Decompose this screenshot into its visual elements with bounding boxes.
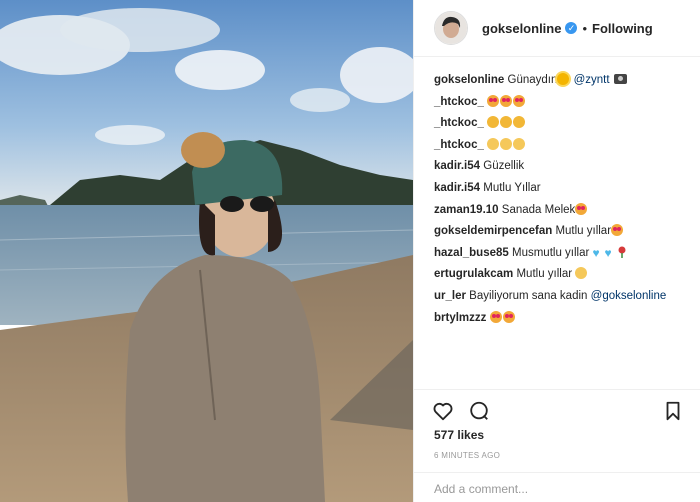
comment-row: kadir.i54 Mutlu Yıllar bbox=[434, 178, 694, 200]
rose-emoji-icon bbox=[618, 246, 626, 258]
blue-heart-emoji-icon: ♥ bbox=[592, 245, 600, 260]
comment-username[interactable]: kadir.i54 bbox=[434, 160, 480, 172]
following-button[interactable]: Following bbox=[592, 21, 653, 36]
comment-text: Mutlu yıllar bbox=[555, 225, 612, 238]
heart-eyes-emoji-icon bbox=[513, 94, 526, 107]
comment-text: Bayiliyorum sana kadin bbox=[469, 289, 588, 302]
post-header: gokselonline ✓ • Following bbox=[414, 0, 700, 57]
smile-emoji-icon bbox=[513, 116, 526, 129]
comment-row: _htckoc_ bbox=[434, 113, 694, 135]
comment-username[interactable]: _htckoc_ bbox=[434, 117, 484, 129]
grin-emoji-icon bbox=[487, 137, 500, 150]
heart-eyes-emoji-icon bbox=[502, 310, 515, 323]
comment-row: hazal_buse85 Musmutlu yıllar ♥ ♥ bbox=[434, 243, 694, 265]
comment-username[interactable]: gokselonline bbox=[434, 74, 504, 86]
sun-emoji-icon bbox=[557, 73, 570, 85]
post-photo bbox=[0, 0, 413, 502]
avatar[interactable] bbox=[434, 11, 468, 45]
comment-text: Mutlu Yıllar bbox=[483, 181, 541, 194]
comment-bubble-icon[interactable] bbox=[468, 400, 490, 422]
photo-scene bbox=[0, 0, 413, 502]
comment-caption: gokselonline Günaydın @zyntt bbox=[434, 70, 694, 92]
comment-row: gokseldemirpencefan Mutlu yıllar bbox=[434, 221, 694, 243]
smile-emoji-icon bbox=[500, 116, 513, 129]
grin-emoji-icon bbox=[513, 137, 526, 150]
comment-text: Musmutlu yıllar bbox=[512, 246, 590, 259]
likes-count[interactable]: 577 likes bbox=[434, 428, 484, 442]
verified-badge-icon: ✓ bbox=[565, 22, 578, 34]
action-bar bbox=[414, 389, 700, 430]
camera-emoji-icon bbox=[613, 74, 627, 84]
comment-username[interactable]: zaman19.10 bbox=[434, 204, 499, 216]
heart-eyes-emoji-icon bbox=[489, 310, 502, 323]
heart-eyes-emoji-icon bbox=[487, 94, 500, 107]
comment-text: Sanada Melek bbox=[501, 203, 576, 216]
comment-username[interactable]: brtylmzzz bbox=[434, 312, 486, 324]
comment-text: Güzellik bbox=[483, 160, 525, 173]
comment-text: Günaydın bbox=[507, 74, 558, 86]
heart-outline-icon[interactable] bbox=[432, 400, 454, 422]
comment-text: Mutlu yıllar bbox=[516, 268, 573, 281]
smile-emoji-icon bbox=[575, 267, 588, 280]
post-sidebar: gokselonline ✓ • Following gokselonline … bbox=[413, 0, 700, 502]
comments-list: gokselonline Günaydın @zyntt _htckoc_ _h… bbox=[434, 70, 694, 329]
comment-mention[interactable]: @zyntt bbox=[574, 74, 610, 86]
bookmark-icon[interactable] bbox=[662, 400, 684, 422]
smile-emoji-icon bbox=[487, 116, 500, 129]
comment-row: brtylmzzz bbox=[434, 308, 694, 330]
post-timestamp: 6 MINUTES AGO bbox=[434, 451, 501, 460]
comment-username[interactable]: _htckoc_ bbox=[434, 139, 484, 151]
comment-input[interactable] bbox=[434, 482, 674, 496]
comment-username[interactable]: _htckoc_ bbox=[434, 96, 484, 108]
comment-username[interactable]: gokseldemirpencefan bbox=[434, 225, 552, 237]
comment-username[interactable]: ur_ler bbox=[434, 290, 466, 302]
header-separator: • bbox=[582, 20, 588, 36]
comment-row: zaman19.10 Sanada Melek bbox=[434, 200, 694, 222]
heart-eyes-emoji-icon bbox=[575, 202, 588, 215]
blue-heart-emoji-icon: ♥ bbox=[604, 245, 612, 260]
heart-eyes-emoji-icon bbox=[611, 224, 624, 237]
post-username[interactable]: gokselonline bbox=[482, 21, 561, 36]
comment-username[interactable]: kadir.i54 bbox=[434, 182, 480, 194]
comment-username[interactable]: hazal_buse85 bbox=[434, 247, 509, 259]
comment-mention[interactable]: @gokselonline bbox=[591, 290, 667, 302]
grin-emoji-icon bbox=[500, 137, 513, 150]
action-icons bbox=[414, 390, 700, 430]
heart-eyes-emoji-icon bbox=[500, 94, 513, 107]
comment-row: ertugrulakcam Mutlu yıllar bbox=[434, 264, 694, 286]
comment-username[interactable]: ertugrulakcam bbox=[434, 268, 513, 280]
add-comment-bar bbox=[414, 472, 700, 502]
comment-row: kadir.i54 Güzellik bbox=[434, 156, 694, 178]
comment-row: ur_ler Bayiliyorum sana kadin @gokselonl… bbox=[434, 286, 694, 308]
comment-row: _htckoc_ bbox=[434, 135, 694, 157]
comment-row: _htckoc_ bbox=[434, 92, 694, 114]
